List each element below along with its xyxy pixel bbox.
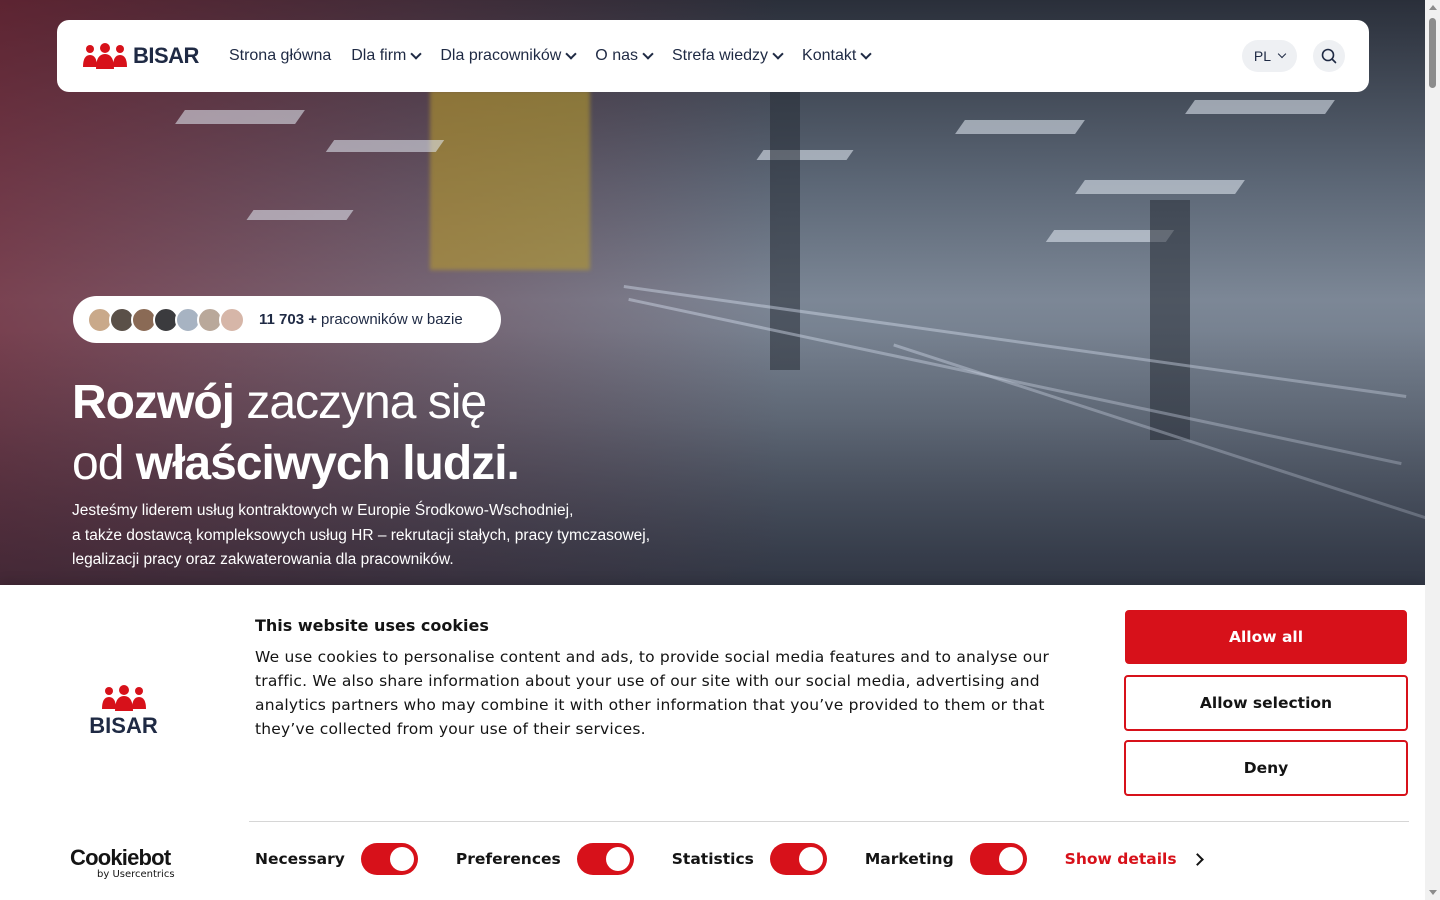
toggle-preferences: Preferences [456, 843, 634, 875]
show-details-link[interactable]: Show details [1064, 850, 1204, 868]
brand-name: BISAR [133, 43, 199, 68]
allow-all-button[interactable]: Allow all [1125, 610, 1407, 664]
headline-bold: Rozwój [72, 376, 235, 429]
avatar [219, 306, 245, 333]
lead-line: Jesteśmy liderem usług kontraktowych w E… [72, 502, 574, 519]
chevron-down-icon [1277, 49, 1287, 59]
hero-light [1075, 180, 1245, 194]
allow-selection-button[interactable]: Allow selection [1124, 675, 1408, 731]
workers-count: 11 703 + [259, 311, 317, 328]
marketing-toggle[interactable] [969, 843, 1027, 875]
people-logo-icon [101, 685, 146, 711]
show-details-label: Show details [1064, 850, 1177, 868]
toggle-label: Statistics [671, 850, 754, 868]
cookiebot-logo[interactable]: Cookiebot by Usercentrics [70, 845, 175, 880]
toggle-knob [389, 847, 414, 871]
nav-item-label: Strefa wiedzy [671, 47, 769, 64]
main-menu: Strona główna Dla firm Dla pracowników O… [229, 47, 872, 65]
scroll-down-arrow-icon[interactable] [1429, 890, 1437, 895]
toggle-marketing: Marketing [865, 843, 1027, 875]
toggle-label: Necessary [255, 850, 345, 868]
nav-item-label: Dla pracowników [440, 47, 562, 64]
workers-count-badge: 11 703 + pracowników w bazie [73, 296, 501, 343]
hero-machine-yellow [430, 90, 590, 270]
scroll-up-arrow-icon[interactable] [1429, 5, 1437, 10]
chevron-down-icon [642, 48, 654, 60]
workers-count-label: pracowników w bazie [320, 311, 463, 328]
headline-bold: właściwych ludzi. [135, 437, 520, 490]
cookie-banner-logo: BISAR [86, 685, 161, 739]
lead-line: a także dostawcą kompleksowych usług HR … [72, 526, 651, 544]
toggle-knob [998, 847, 1023, 871]
consent-toggles: Necessary Preferences Statistics Marketi… [255, 843, 1204, 875]
deny-button[interactable]: Deny [1124, 740, 1408, 796]
hero-light [175, 110, 305, 124]
search-icon [1321, 48, 1337, 64]
toggle-label: Preferences [455, 850, 561, 868]
people-logo-icon [83, 43, 127, 69]
lead-line: legalizacji pracy oraz zakwaterowania dl… [72, 551, 454, 568]
nav-item-contact[interactable]: Kontakt [802, 47, 872, 65]
search-button[interactable] [1313, 40, 1345, 72]
cookie-description: We use cookies to personalise content an… [255, 648, 1050, 738]
nav-item-about[interactable]: O nas [595, 47, 654, 65]
chevron-down-icon [410, 48, 423, 60]
chevron-down-icon [565, 48, 577, 60]
hero-headline: Rozwój zaczyna się od właściwych ludzi. [72, 372, 520, 494]
necessary-toggle[interactable] [360, 843, 418, 875]
divider [249, 821, 1409, 822]
headline-regular: zaczyna się [246, 376, 487, 429]
hero-light [325, 140, 445, 152]
language-selector[interactable]: PL [1241, 40, 1297, 72]
cookie-title: This website uses cookies [255, 616, 489, 635]
page-scrollbar[interactable] [1425, 0, 1440, 900]
nav-item-knowledge[interactable]: Strefa wiedzy [671, 47, 784, 65]
nav-item-label: Dla firm [351, 47, 407, 64]
hero-light [246, 210, 354, 220]
cookiebot-name: Cookiebot [70, 845, 171, 870]
cookiebot-sub: by Usercentrics [97, 869, 175, 880]
nav-item-label: Kontakt [802, 47, 857, 64]
toggle-label: Marketing [864, 850, 954, 868]
nav-item-home[interactable]: Strona główna [229, 47, 331, 65]
scroll-thumb[interactable] [1429, 18, 1436, 88]
chevron-down-icon [772, 48, 784, 60]
cookie-logo-text: BISAR [89, 713, 158, 738]
nav-item-label: O nas [595, 47, 638, 64]
nav-item-label: Strona główna [228, 47, 332, 64]
toggle-knob [798, 847, 823, 871]
statistics-toggle[interactable] [769, 843, 827, 875]
language-label: PL [1253, 48, 1271, 64]
brand-logo[interactable]: BISAR [81, 43, 199, 69]
toggle-knob [605, 847, 630, 871]
hero-light [1185, 100, 1335, 114]
hero-lead: Jesteśmy liderem usług kontraktowych w E… [72, 499, 712, 573]
nav-actions: PL [1241, 40, 1345, 72]
chevron-down-icon [860, 48, 872, 60]
top-navbar: BISAR Strona główna Dla firm Dla pracown… [57, 20, 1369, 92]
preferences-toggle[interactable] [576, 843, 634, 875]
avatar-group [87, 306, 245, 333]
chevron-right-icon [1190, 852, 1204, 866]
cookie-consent-banner: BISAR This website uses cookies We use c… [0, 585, 1425, 900]
nav-item-for-companies[interactable]: Dla firm [351, 47, 423, 65]
toggle-necessary: Necessary [255, 843, 418, 875]
hero-light [955, 120, 1085, 134]
headline-regular: od [72, 437, 124, 490]
nav-item-for-employees[interactable]: Dla pracowników [440, 47, 577, 65]
toggle-statistics: Statistics [672, 843, 827, 875]
